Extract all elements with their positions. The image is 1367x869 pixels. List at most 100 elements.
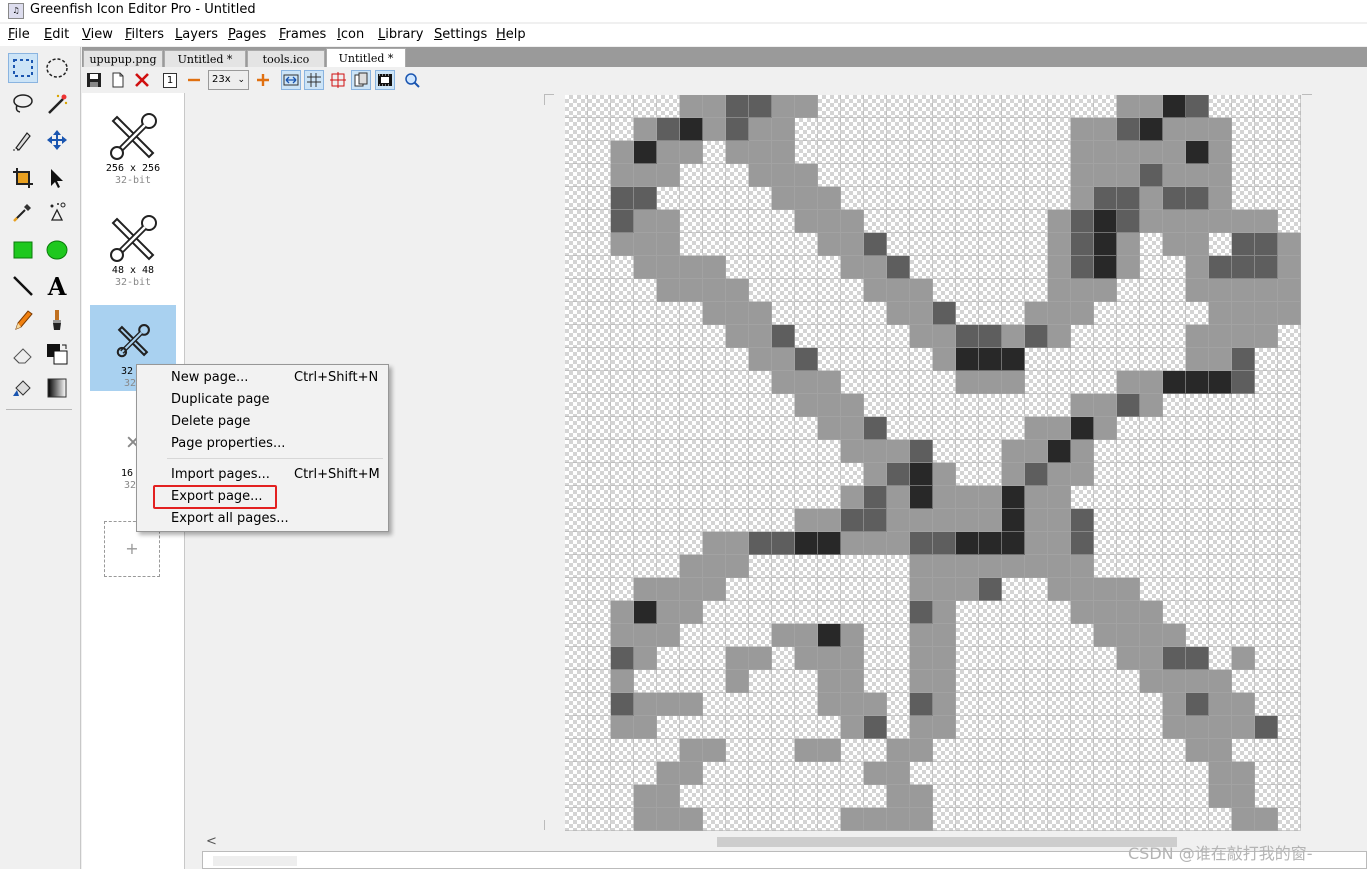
pixel-cell[interactable] <box>1209 187 1232 210</box>
pixel-cell[interactable] <box>956 348 979 371</box>
pixel-cell[interactable] <box>1255 141 1278 164</box>
pixel-cell[interactable] <box>1117 210 1140 233</box>
pixel-cell[interactable] <box>910 256 933 279</box>
pixel-cell[interactable] <box>795 739 818 762</box>
pixel-cell[interactable] <box>1232 187 1255 210</box>
pixel-cell[interactable] <box>634 394 657 417</box>
pixel-cell[interactable] <box>864 486 887 509</box>
pixel-cell[interactable] <box>1209 716 1232 739</box>
pixel-cell[interactable] <box>680 555 703 578</box>
pixel-cell[interactable] <box>1209 555 1232 578</box>
pixel-cell[interactable] <box>1140 210 1163 233</box>
pixel-cell[interactable] <box>565 808 588 831</box>
pixel-cell[interactable] <box>795 371 818 394</box>
pixel-cell[interactable] <box>726 693 749 716</box>
pixel-cell[interactable] <box>1117 739 1140 762</box>
pixel-cell[interactable] <box>588 785 611 808</box>
pixel-cell[interactable] <box>749 210 772 233</box>
pixel-cell[interactable] <box>795 95 818 118</box>
menu-icon[interactable]: Icon <box>337 27 364 42</box>
pixel-cell[interactable] <box>1094 739 1117 762</box>
pixel-cell[interactable] <box>1232 739 1255 762</box>
pixel-cell[interactable] <box>841 578 864 601</box>
pixel-cell[interactable] <box>611 417 634 440</box>
select-ellipse-icon[interactable] <box>42 53 72 83</box>
pixel-cell[interactable] <box>795 141 818 164</box>
pixel-cell[interactable] <box>1071 233 1094 256</box>
pixel-cell[interactable] <box>910 624 933 647</box>
pixel-cell[interactable] <box>1278 647 1301 670</box>
pixel-cell[interactable] <box>1163 371 1186 394</box>
pixel-cell[interactable] <box>1094 325 1117 348</box>
menu-item-export-all-pages[interactable]: Export all pages... <box>137 508 388 530</box>
pixel-cell[interactable] <box>703 693 726 716</box>
select-rect-icon[interactable] <box>8 53 38 83</box>
pixel-cell[interactable] <box>864 164 887 187</box>
pixel-cell[interactable] <box>680 670 703 693</box>
pixel-cell[interactable] <box>910 325 933 348</box>
pixel-cell[interactable] <box>979 601 1002 624</box>
pixel-cell[interactable] <box>1255 256 1278 279</box>
pixel-cell[interactable] <box>887 509 910 532</box>
pixel-cell[interactable] <box>1117 187 1140 210</box>
pixel-cell[interactable] <box>1255 463 1278 486</box>
pixel-cell[interactable] <box>1140 693 1163 716</box>
pixel-cell[interactable] <box>1071 693 1094 716</box>
pixel-cell[interactable] <box>1186 95 1209 118</box>
pixel-cell[interactable] <box>680 716 703 739</box>
scroll-left-icon[interactable]: < <box>206 834 217 849</box>
scrollbar-thumb[interactable] <box>717 837 1177 847</box>
pixel-cell[interactable] <box>749 187 772 210</box>
pixel-cell[interactable] <box>864 348 887 371</box>
pixel-cell[interactable] <box>910 647 933 670</box>
pixel-cell[interactable] <box>795 417 818 440</box>
pixel-cell[interactable] <box>680 578 703 601</box>
pixel-cell[interactable] <box>588 164 611 187</box>
pixel-cell[interactable] <box>1048 394 1071 417</box>
pixel-cell[interactable] <box>933 302 956 325</box>
pixel-cell[interactable] <box>841 716 864 739</box>
pixel-cell[interactable] <box>588 693 611 716</box>
pixel-cell[interactable] <box>1163 210 1186 233</box>
pixel-cell[interactable] <box>611 141 634 164</box>
pixel-cell[interactable] <box>979 463 1002 486</box>
pixel-cell[interactable] <box>887 578 910 601</box>
pixel-cell[interactable] <box>772 463 795 486</box>
pixel-cell[interactable] <box>1140 555 1163 578</box>
pixel-cell[interactable] <box>956 302 979 325</box>
pixel-cell[interactable] <box>749 417 772 440</box>
pixel-cell[interactable] <box>657 716 680 739</box>
pixel-cell[interactable] <box>1094 808 1117 831</box>
pixel-cell[interactable] <box>1163 164 1186 187</box>
pixel-cell[interactable] <box>1209 509 1232 532</box>
pixel-cell[interactable] <box>657 141 680 164</box>
pixel-cell[interactable] <box>657 118 680 141</box>
pixel-cell[interactable] <box>864 95 887 118</box>
pixel-cell[interactable] <box>933 394 956 417</box>
pixel-cell[interactable] <box>910 693 933 716</box>
pixel-cell[interactable] <box>611 509 634 532</box>
pixel-cell[interactable] <box>1071 440 1094 463</box>
pixel-cell[interactable] <box>1232 233 1255 256</box>
zoom-select[interactable]: 23x ⌄ <box>208 70 249 90</box>
pixel-cell[interactable] <box>1140 141 1163 164</box>
pixel-cell[interactable] <box>749 348 772 371</box>
pixel-cell[interactable] <box>1048 118 1071 141</box>
pixel-cell[interactable] <box>1140 118 1163 141</box>
pixel-cell[interactable] <box>1186 762 1209 785</box>
pixel-cell[interactable] <box>611 118 634 141</box>
pixel-cell[interactable] <box>1278 670 1301 693</box>
pixel-cell[interactable] <box>1278 417 1301 440</box>
pixel-cell[interactable] <box>772 785 795 808</box>
pixel-cell[interactable] <box>887 762 910 785</box>
pixel-cell[interactable] <box>818 578 841 601</box>
pixel-cell[interactable] <box>933 716 956 739</box>
lasso-icon[interactable] <box>8 89 38 119</box>
pixel-cell[interactable] <box>1255 118 1278 141</box>
pixel-cell[interactable] <box>1117 417 1140 440</box>
pixel-cell[interactable] <box>657 394 680 417</box>
pixel-cell[interactable] <box>749 693 772 716</box>
magic-wand-icon[interactable] <box>42 89 72 119</box>
pixel-cell[interactable] <box>726 601 749 624</box>
pixel-cell[interactable] <box>1163 532 1186 555</box>
